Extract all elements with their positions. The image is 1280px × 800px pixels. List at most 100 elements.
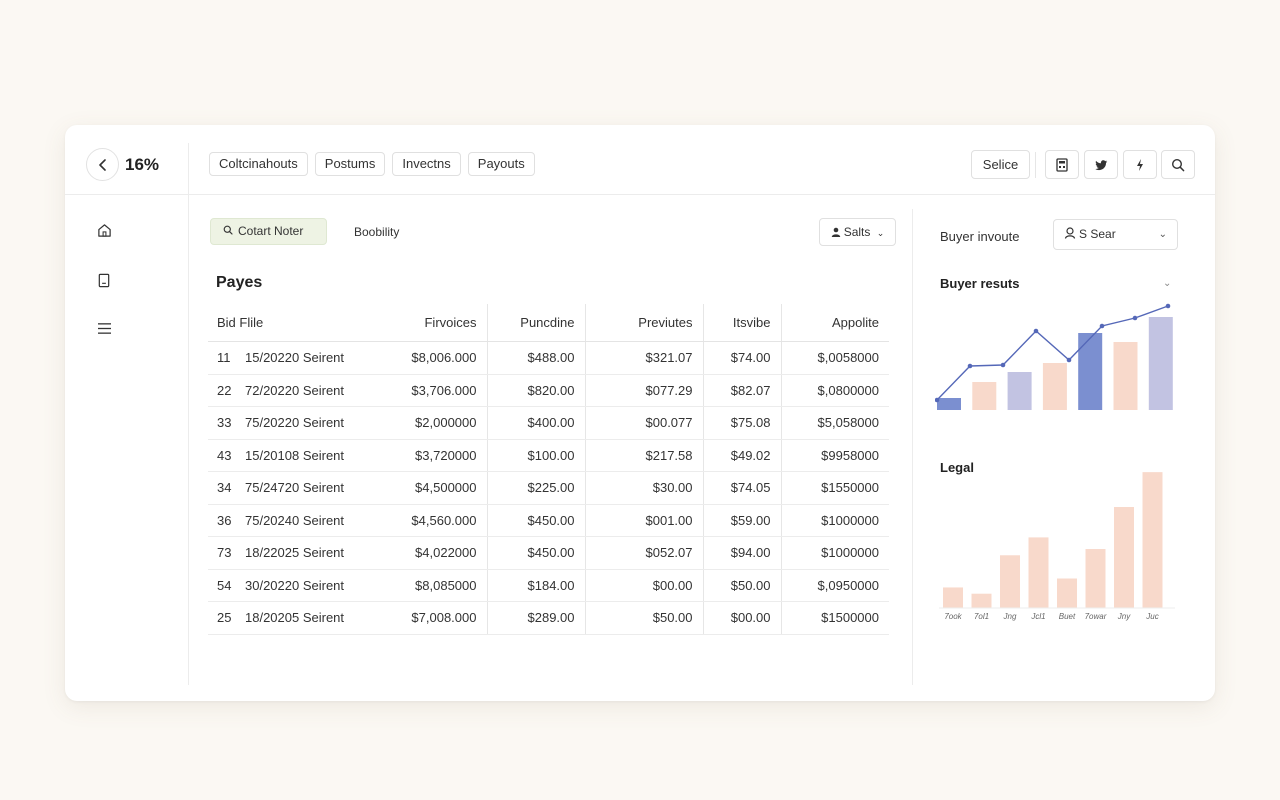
buyer-search-dropdown[interactable]: S Sear ⌄ — [1053, 219, 1178, 250]
applied-cell: $5,058000 — [780, 406, 889, 440]
applied-cell: $1000000 — [780, 536, 889, 570]
column-header[interactable]: Bid Flile — [208, 304, 410, 342]
chart-bar — [1085, 549, 1106, 608]
section-title: Payes — [216, 274, 263, 291]
invoices-cell: $3,720000 — [410, 439, 487, 472]
purchase-cell: $488.00 — [486, 341, 585, 375]
sidebar-item-menu[interactable] — [94, 318, 114, 338]
select-button[interactable]: Selice — [971, 150, 1030, 179]
table-row[interactable]: 25 18/20205 Seirent $7,008.000 $289.00 $5… — [208, 601, 889, 635]
table-row[interactable]: 22 72/20220 Seirent $3,706.000 $820.00 $0… — [208, 374, 889, 407]
chart-bar — [1148, 317, 1173, 410]
calculator-icon — [1056, 157, 1068, 172]
previous-cell: $052.07 — [584, 536, 703, 570]
previous-cell: $001.00 — [584, 504, 703, 537]
chart-bar — [971, 593, 992, 608]
table-row[interactable]: 33 75/20220 Seirent $2,000000 $400.00 $00… — [208, 406, 889, 440]
tab-coltcinahouts[interactable]: Coltcinahouts — [209, 152, 308, 176]
column-header[interactable]: Itsvibe — [702, 304, 781, 342]
row-date: 72/20220 Seirent — [245, 382, 345, 398]
search-button[interactable] — [1161, 150, 1195, 179]
user-search-icon — [1064, 227, 1076, 239]
chart-tick-label: Buet — [1059, 612, 1076, 621]
chart-bar — [1057, 578, 1077, 608]
panel-divider — [912, 209, 913, 685]
row-date: 75/24720 Seirent — [245, 480, 345, 496]
row-date: 30/20220 Seirent — [245, 577, 345, 593]
chart-line-point — [1165, 303, 1171, 309]
visibility-filter[interactable]: Boobility — [354, 225, 399, 239]
sales-dropdown[interactable]: Salts ⌄ — [819, 218, 896, 246]
column-header[interactable]: Appolite — [780, 304, 889, 342]
chart-bar — [1042, 363, 1067, 410]
tab-payouts[interactable]: Payouts — [467, 152, 535, 176]
bid-file-cell: 54 30/20220 Seirent — [208, 569, 410, 602]
table-row[interactable]: 36 75/20240 Seirent $4,560.000 $450.00 $0… — [208, 504, 889, 537]
column-header[interactable]: Puncdine — [486, 304, 585, 342]
table-row[interactable]: 34 75/24720 Seirent $4,500000 $225.00 $30… — [208, 471, 889, 505]
chart-bar — [1028, 537, 1049, 608]
invoice-cell: $94.00 — [702, 536, 781, 570]
twitter-bird-icon — [1095, 159, 1108, 170]
divider — [188, 143, 189, 195]
previous-cell: $00.00 — [584, 569, 703, 602]
bid-file-cell: 11 15/20220 Seirent — [208, 341, 410, 375]
invoice-cell: $74.00 — [702, 341, 781, 375]
table-row[interactable]: 11 15/20220 Seirent $8,006.000 $488.00 $3… — [208, 341, 889, 375]
table-row[interactable]: 54 30/20220 Seirent $8,085000 $184.00 $00… — [208, 569, 889, 602]
invoice-cell: $50.00 — [702, 569, 781, 602]
chart-tick-label: Jny — [1117, 612, 1131, 621]
invoice-cell: $00.00 — [702, 601, 781, 635]
applied-cell: $,0058000 — [780, 341, 889, 375]
sidebar-item-documents[interactable] — [94, 270, 114, 290]
search-value: S Sear — [1079, 227, 1116, 241]
table-row[interactable]: 73 18/22025 Seirent $4,022000 $450.00 $05… — [208, 536, 889, 570]
applied-cell: $1500000 — [780, 601, 889, 635]
chart-bar — [972, 382, 997, 410]
invoices-cell: $4,500000 — [410, 471, 487, 505]
twitter-button[interactable] — [1084, 150, 1118, 179]
table-row[interactable]: 43 15/20108 Seirent $3,720000 $100.00 $21… — [208, 439, 889, 472]
legal-chart: 7ook 7ol1 Jng Jcl1 Buet 7owar Jny Juc — [939, 472, 1175, 621]
calculator-button[interactable] — [1045, 150, 1079, 179]
purchase-cell: $289.00 — [486, 601, 585, 635]
chart-tick-label: 7ook — [944, 612, 962, 621]
invoices-cell: $2,000000 — [410, 406, 487, 440]
invoices-cell: $8,006.000 — [410, 341, 487, 375]
chart-tick-label: Jcl1 — [1030, 612, 1045, 621]
tab-postums[interactable]: Postums — [314, 152, 386, 176]
invoices-cell: $4,022000 — [410, 536, 487, 570]
row-id: 43 — [217, 447, 232, 463]
tab-bar: Coltcinahouts Postums Invectns Payouts — [209, 152, 535, 176]
search-icon — [223, 220, 233, 245]
previous-cell: $50.00 — [584, 601, 703, 635]
column-header[interactable]: Previutes — [584, 304, 703, 342]
chart-line-point — [1066, 357, 1072, 363]
row-date: 75/20240 Seirent — [245, 512, 345, 528]
payouts-table: Bid Flile Firvoices Puncdine Previutes I… — [208, 304, 889, 635]
row-id: 25 — [217, 610, 232, 626]
applied-cell: $1550000 — [780, 471, 889, 505]
bid-file-cell: 22 72/20220 Seirent — [208, 374, 410, 407]
bid-file-cell: 33 75/20220 Seirent — [208, 406, 410, 440]
chart-bar — [1113, 342, 1138, 410]
flash-button[interactable] — [1123, 150, 1157, 179]
tab-invectns[interactable]: Invectns — [392, 152, 461, 176]
chevron-down-icon[interactable]: ⌄ — [1163, 278, 1171, 289]
back-arrow-icon — [98, 158, 106, 171]
back-button[interactable] — [86, 148, 119, 181]
column-header[interactable]: Firvoices — [410, 304, 487, 342]
row-id: 34 — [217, 480, 232, 496]
invoice-cell: $82.07 — [702, 374, 781, 407]
invoice-cell: $75.08 — [702, 406, 781, 440]
chart-line-point — [1132, 315, 1138, 321]
row-date: 15/20220 Seirent — [245, 350, 345, 365]
bid-file-cell: 73 18/22025 Seirent — [208, 536, 410, 570]
sidebar-item-home[interactable] — [94, 220, 114, 240]
zoom-level: 16% — [125, 155, 160, 174]
bid-file-cell: 25 18/20205 Seirent — [208, 601, 410, 635]
row-id: 22 — [217, 382, 232, 398]
bid-file-cell: 43 15/20108 Seirent — [208, 439, 410, 472]
bid-file-cell: 36 75/20240 Seirent — [208, 504, 410, 537]
contact-filter-chip[interactable]: Cotart Noter — [210, 218, 327, 245]
